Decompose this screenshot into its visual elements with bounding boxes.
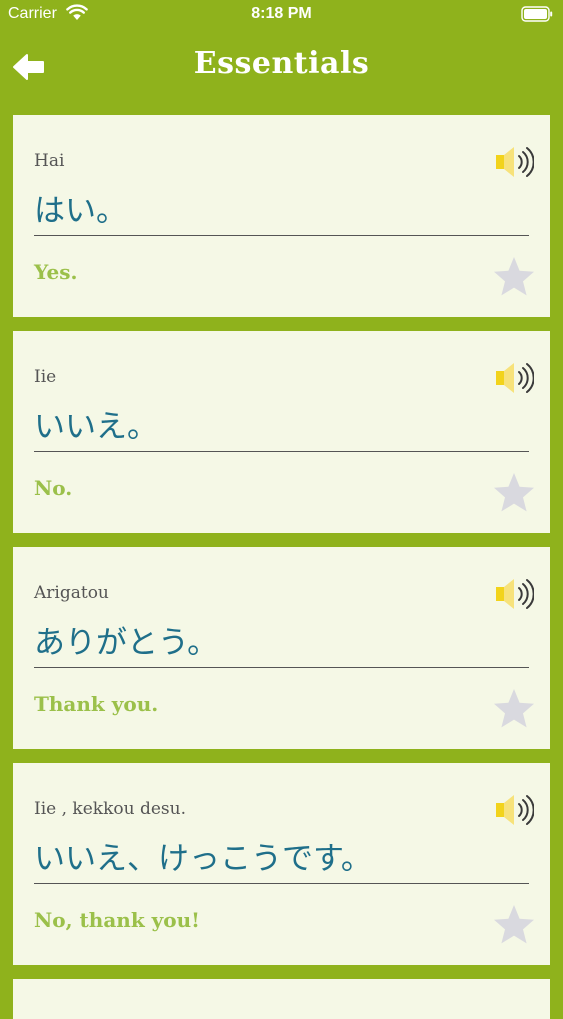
status-time: 8:18 PM: [251, 5, 312, 22]
phrase-card: Iie , kekkou desu. いいえ、けっこうです。 No, thank…: [13, 763, 550, 965]
japanese-text: いいえ、けっこうです。: [34, 841, 372, 877]
divider: [34, 451, 529, 452]
status-bar: Carrier 8:18 PM: [0, 0, 563, 30]
speaker-icon[interactable]: [494, 361, 534, 395]
page-title: Essentials: [193, 46, 370, 81]
japanese-text: ありがとう。: [34, 625, 219, 661]
phrase-list: Hai はい。 Yes. Iie いいえ。 No. Arigatou ありがとう…: [13, 115, 550, 1019]
favorite-star-icon[interactable]: [492, 903, 536, 945]
romaji-text: Iie , kekkou desu.: [34, 799, 186, 819]
translation-text: Yes.: [34, 260, 78, 284]
battery-icon: [521, 6, 553, 22]
divider: [34, 667, 529, 668]
japanese-text: いいえ。: [34, 409, 158, 445]
speaker-icon[interactable]: [494, 145, 534, 179]
favorite-star-icon[interactable]: [492, 471, 536, 513]
translation-text: No.: [34, 476, 73, 500]
divider: [34, 235, 529, 236]
navigation-bar: Essentials: [0, 30, 563, 104]
favorite-star-icon[interactable]: [492, 255, 536, 297]
translation-text: Thank you.: [34, 692, 159, 716]
speaker-icon[interactable]: [494, 577, 534, 611]
phrase-card-partial: [13, 979, 550, 1019]
romaji-text: Iie: [34, 367, 57, 387]
speaker-icon[interactable]: [494, 793, 534, 827]
phrase-card: Hai はい。 Yes.: [13, 115, 550, 317]
romaji-text: Hai: [34, 151, 65, 171]
divider: [34, 883, 529, 884]
phrase-card: Arigatou ありがとう。 Thank you.: [13, 547, 550, 749]
favorite-star-icon[interactable]: [492, 687, 536, 729]
phrase-card: Iie いいえ。 No.: [13, 331, 550, 533]
translation-text: No, thank you!: [34, 908, 200, 932]
romaji-text: Arigatou: [34, 583, 109, 603]
japanese-text: はい。: [34, 193, 127, 229]
